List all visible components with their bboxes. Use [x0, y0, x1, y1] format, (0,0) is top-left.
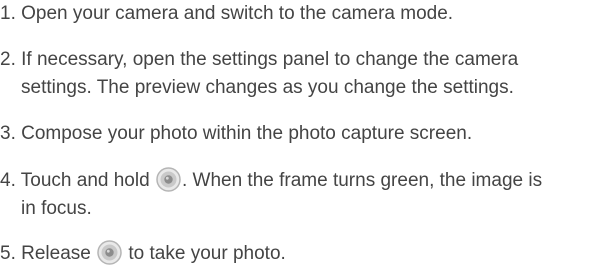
step-1: 1. Open your camera and switch to the ca… [0, 0, 594, 28]
step-2-text-line-2: settings. The preview changes as you cha… [21, 77, 514, 98]
step-4-text-before-icon: 4. Touch and hold [0, 170, 150, 191]
shutter-button-icon [97, 240, 122, 265]
step-5-text-before-icon: 5. Release [0, 243, 91, 264]
step-4: 4. Touch and hold . When the frame turns… [0, 167, 594, 223]
step-2-text-line-1: 2. If necessary, open the settings panel… [0, 49, 519, 70]
shutter-button-icon [156, 167, 181, 192]
step-5-text-after-icon: to take your photo. [128, 243, 286, 264]
step-1-text: 1. Open your camera and switch to the ca… [0, 3, 454, 24]
step-4-line-1: 4. Touch and hold . When the frame turns… [0, 167, 594, 195]
step-4-text-after-icon: . When the frame turns green, the image … [181, 170, 543, 191]
step-5: 5. Release to take your photo. [0, 240, 594, 268]
step-3-text: 3. Compose your photo within the photo c… [0, 123, 473, 144]
step-5-line-1: 5. Release to take your photo. [0, 240, 594, 268]
step-3: 3. Compose your photo within the photo c… [0, 120, 594, 148]
step-4-text-line-2: in focus. [21, 198, 92, 219]
step-2: 2. If necessary, open the settings panel… [0, 46, 594, 102]
